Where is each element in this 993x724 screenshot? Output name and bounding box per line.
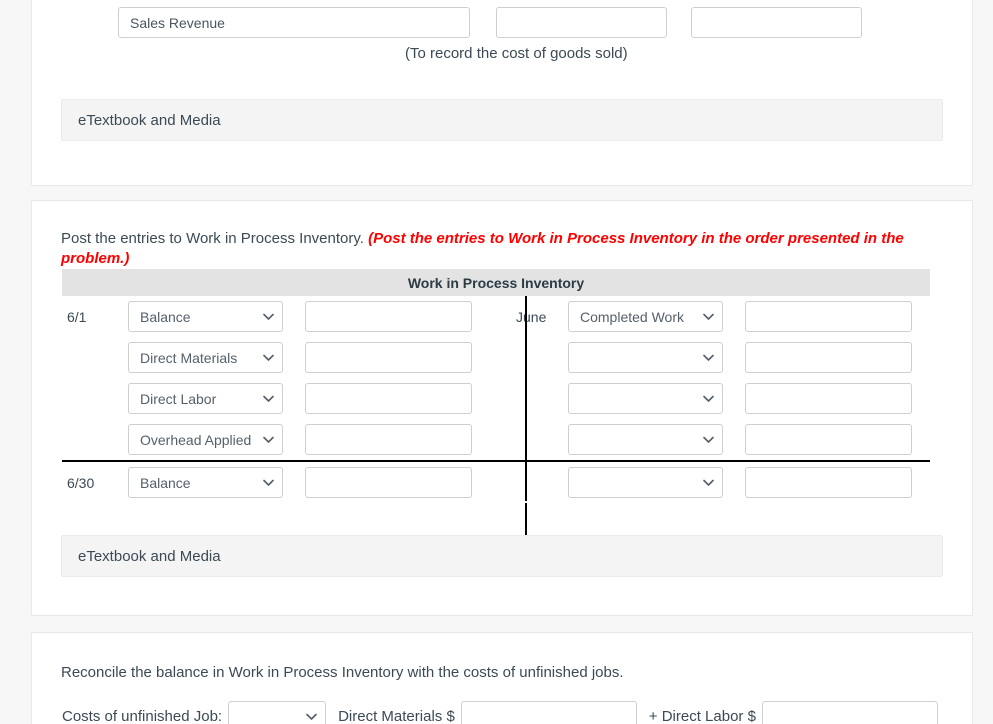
etextbook-and-media-journal[interactable]: eTextbook and Media: [61, 99, 943, 141]
credit-date: June: [516, 308, 547, 325]
debit-account-cell: Overhead Applied: [128, 424, 283, 455]
credit-account-select-4[interactable]: [568, 424, 723, 455]
t-account-vertical-divider: [525, 296, 527, 501]
credit-amount-input-2[interactable]: [745, 342, 912, 373]
debit-amount-input-2[interactable]: [305, 342, 472, 373]
credit-balance-amount-input[interactable]: [745, 467, 912, 498]
debit-balance-amount-input[interactable]: [305, 467, 472, 498]
credit-amount-cell: [745, 301, 912, 332]
credit-amount-input-1[interactable]: [745, 301, 912, 332]
direct-labor-input[interactable]: [761, 701, 938, 724]
debit-account-cell: Direct Labor: [128, 383, 283, 414]
job-select-wrap: [228, 701, 327, 724]
journal-entry-panel: (To record the cost of goods sold) eText…: [31, 0, 973, 186]
credit-account-select-2[interactable]: [568, 342, 723, 373]
debit-amount-cell: [305, 383, 472, 414]
debit-balance-amount-cell: [305, 467, 472, 498]
credit-account-cell: Completed Work: [568, 301, 723, 332]
debit-amount-input-1[interactable]: [305, 301, 472, 332]
t-account-title: Work in Process Inventory: [62, 269, 930, 296]
reconcile-prompt: Reconcile the balance in Work in Process…: [61, 664, 624, 681]
etextbook-label: eTextbook and Media: [78, 111, 221, 129]
credit-amount-cell: [745, 383, 912, 414]
journal-entry-last-row: [118, 7, 862, 38]
credit-account-cell: [568, 424, 723, 455]
work-in-process-panel: Post the entries to Work in Process Inve…: [31, 200, 973, 616]
work-in-process-t-account: Work in Process Inventory 6/1 Balance Ju…: [62, 269, 930, 544]
credit-account-select-3[interactable]: [568, 383, 723, 414]
etextbook-label: eTextbook and Media: [78, 547, 221, 565]
credit-amount-cell: [745, 342, 912, 373]
debit-amount-input-3[interactable]: [305, 383, 472, 414]
direct-materials-label: Direct Materials $: [338, 708, 455, 724]
journal-account-input[interactable]: [118, 7, 470, 38]
t-account-body: 6/1 Balance June Completed Work Direct M…: [62, 296, 930, 544]
debit-balance-select[interactable]: Balance: [128, 467, 283, 498]
debit-account-select-4[interactable]: Overhead Applied: [128, 424, 283, 455]
debit-amount-cell: [305, 301, 472, 332]
credit-balance-amount-cell: [745, 467, 912, 498]
wip-prompt: Post the entries to Work in Process Inve…: [61, 229, 972, 269]
credit-account-cell: [568, 383, 723, 414]
credit-account-cell: [568, 342, 723, 373]
debit-date: 6/1: [67, 308, 87, 325]
credit-balance-account-cell: [568, 467, 723, 498]
unfinished-job-select[interactable]: [228, 701, 327, 724]
assignment-page: (To record the cost of goods sold) eText…: [0, 0, 993, 724]
credit-account-select-1[interactable]: Completed Work: [568, 301, 723, 332]
debit-account-cell: Direct Materials: [128, 342, 283, 373]
debit-account-cell: Balance: [128, 301, 283, 332]
journal-credit-input[interactable]: [691, 7, 862, 38]
credit-amount-input-4[interactable]: [745, 424, 912, 455]
etextbook-and-media-wip[interactable]: eTextbook and Media: [61, 535, 943, 577]
debit-account-select-1[interactable]: Balance: [128, 301, 283, 332]
t-account-balance-row: 6/30 Balance: [62, 462, 930, 503]
journal-debit-input[interactable]: [496, 7, 667, 38]
debit-balance-account-cell: Balance: [128, 467, 283, 498]
t-account-row: Direct Materials: [62, 337, 930, 378]
t-account-row: Overhead Applied: [62, 419, 930, 460]
debit-amount-cell: [305, 342, 472, 373]
debit-amount-input-4[interactable]: [305, 424, 472, 455]
direct-labor-label: + Direct Labor $: [648, 708, 756, 724]
credit-amount-input-3[interactable]: [745, 383, 912, 414]
wip-prompt-text: Post the entries to Work in Process Inve…: [61, 230, 364, 247]
reconcile-costs-row: Costs of unfinished Job: Direct Material…: [62, 701, 938, 724]
t-account-row: 6/1 Balance June Completed Work: [62, 296, 930, 337]
debit-balance-date: 6/30: [67, 474, 95, 491]
direct-materials-input[interactable]: [460, 701, 637, 724]
costs-of-unfinished-job-label: Costs of unfinished Job:: [62, 708, 223, 724]
debit-account-select-3[interactable]: Direct Labor: [128, 383, 283, 414]
credit-balance-select[interactable]: [568, 467, 723, 498]
debit-account-select-2[interactable]: Direct Materials: [128, 342, 283, 373]
t-account-row: Direct Labor: [62, 378, 930, 419]
journal-entry-memo: (To record the cost of goods sold): [405, 45, 628, 62]
credit-amount-cell: [745, 424, 912, 455]
debit-amount-cell: [305, 424, 472, 455]
reconcile-panel: Reconcile the balance in Work in Process…: [31, 632, 973, 724]
